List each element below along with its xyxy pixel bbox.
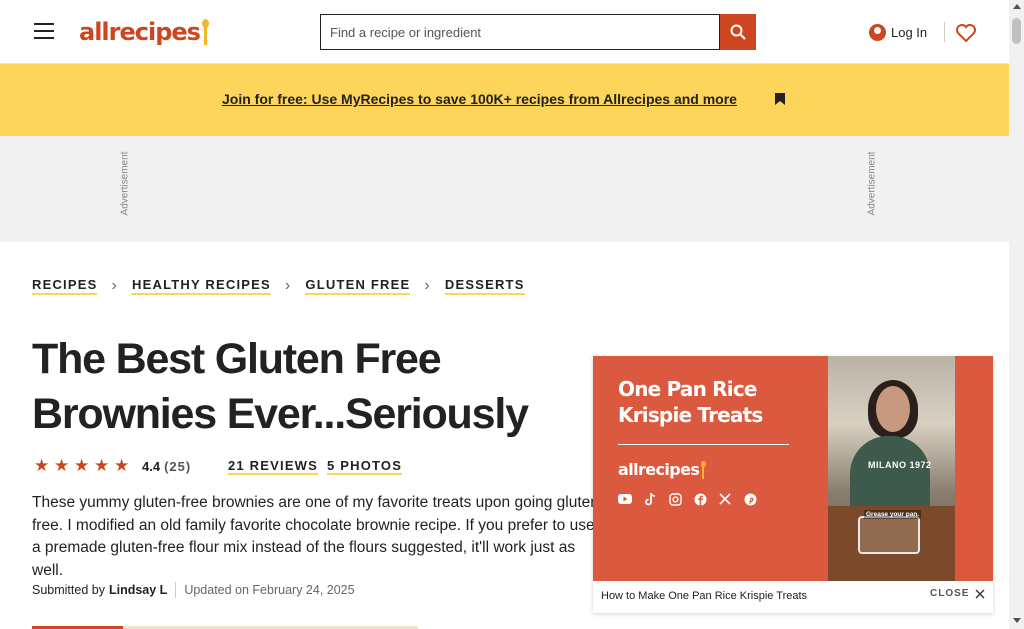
star-icon: ★ [34,456,50,475]
chevron-right-icon: › [424,277,431,294]
tiktok-icon [643,492,657,506]
search-button[interactable] [720,14,756,50]
youtube-icon [618,492,632,506]
scrollbar-thumb[interactable] [1012,18,1021,44]
updated-date: Updated on February 24, 2025 [184,583,355,597]
ad-label-right: Advertisement [866,151,878,216]
hamburger-menu-icon[interactable] [30,17,58,45]
video-title-rule [618,444,789,445]
login-label: Log In [891,24,928,40]
saved-recipes-heart-icon[interactable] [955,21,977,45]
breadcrumb: RECIPES › HEALTHY RECIPES › GLUTEN FREE … [32,276,525,296]
video-logo: allrecipes [618,460,707,479]
byline: Submitted by Lindsay L Updated on Februa… [32,582,355,598]
byline-divider [175,582,177,598]
breadcrumb-desserts[interactable]: DESSERTS [444,277,525,295]
video-title: One Pan Rice Krispie Treats [618,377,763,427]
submitted-by-label: Submitted by [32,583,105,597]
advertisement-slot[interactable] [140,139,870,231]
video-logo-text: allrecipes [618,460,700,479]
bookmark-icon[interactable] [771,90,788,108]
search-icon [730,24,746,40]
reviews-link[interactable]: 21 REVIEWS [228,458,319,475]
header-divider [944,22,945,42]
close-icon [975,589,985,598]
video-caption: How to Make One Pan Rice Krispie Treats [601,590,808,602]
chevron-right-icon: › [284,277,292,294]
spoon-icon [201,18,209,45]
login-button[interactable]: Log In [869,19,927,45]
author-link[interactable]: Lindsay L [109,583,167,597]
photos-link[interactable]: 5 PHOTOS [327,458,403,475]
shirt-text: MILANO 1972 [868,460,932,470]
recipe-description: These yummy gluten-free brownies are one… [32,494,605,579]
rating-count: (25) [164,458,192,474]
logo-text: allrecipes [79,17,201,46]
spoon-icon [701,460,707,479]
page-title: The Best Gluten Free Brownies Ever...Ser… [32,335,529,438]
social-icons [618,492,757,506]
allrecipes-logo[interactable]: allrecipes [79,14,209,49]
join-promo-link[interactable]: Join for free: Use MyRecipes to save 100… [222,91,737,107]
breadcrumb-healthy-recipes[interactable]: HEALTHY RECIPES [132,277,271,295]
star-icon: ★ [74,456,90,475]
facebook-icon [693,492,707,506]
breadcrumb-recipes[interactable]: RECIPES [32,277,98,295]
star-half-icon: ★ [114,456,130,475]
video-player-card[interactable]: One Pan Rice Krispie Treats allrecipes M… [593,356,993,613]
join-promo-banner: Join for free: Use MyRecipes to save 100… [0,64,1009,136]
scroll-down-arrow-icon[interactable] [1013,618,1021,623]
breadcrumb-gluten-free[interactable]: GLUTEN FREE [305,277,411,295]
x-icon [718,492,732,506]
ad-label-left: Advertisement [119,151,131,216]
chevron-right-icon: › [111,277,119,294]
star-icon: ★ [94,456,110,475]
video-close-button[interactable]: CLOSE [930,588,985,599]
instagram-icon [668,492,682,506]
scroll-up-arrow-icon[interactable] [1013,4,1021,9]
star-icon: ★ [54,456,70,475]
search-input[interactable] [330,24,719,40]
site-header: allrecipes Log In [0,0,1009,64]
video-frame-caption: Grease your pan. [864,510,922,519]
advertisement-band: Advertisement Advertisement [0,136,1009,242]
pinterest-icon [743,492,757,506]
user-avatar-icon [869,23,886,41]
video-thumbnail: MILANO 1972 Grease your pan. [828,356,955,581]
video-close-label: CLOSE [930,588,970,599]
rating-value: 4.4 [142,458,161,474]
rating-stars[interactable]: ★ ★ ★ ★ ★ 4.4 (25) [34,457,191,475]
search-field[interactable] [320,14,720,50]
page-scrollbar[interactable] [1009,0,1024,629]
